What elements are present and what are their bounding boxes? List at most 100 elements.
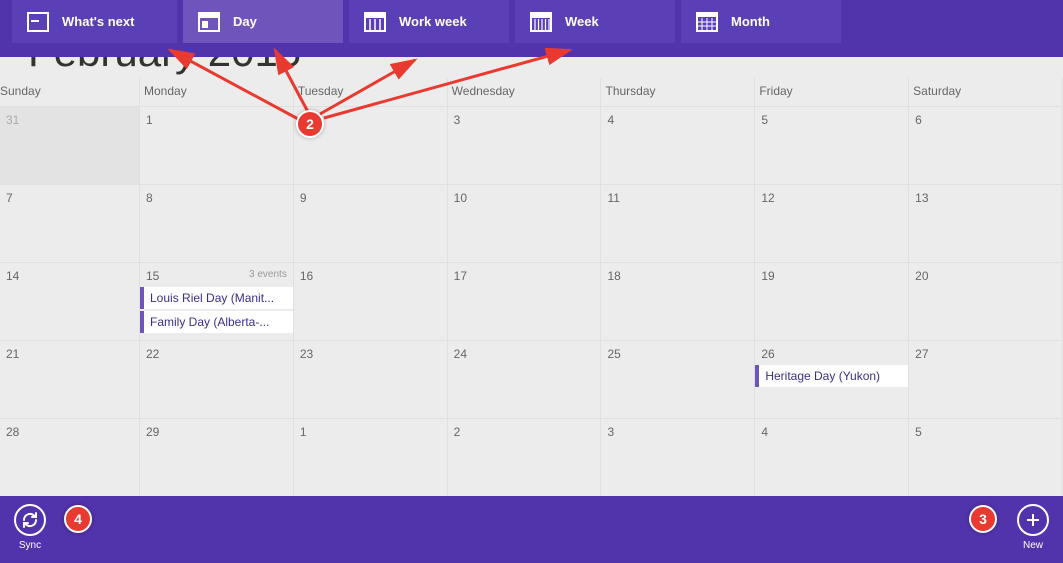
day-header: Tuesday xyxy=(294,78,448,106)
view-label: Work week xyxy=(399,14,467,29)
annotation-4: 4 xyxy=(64,505,92,533)
day-header: Sunday xyxy=(0,78,140,106)
day-number: 25 xyxy=(607,347,620,361)
sync-icon xyxy=(14,504,46,536)
new-button[interactable]: New xyxy=(1017,504,1049,551)
view-month[interactable]: Month xyxy=(681,0,841,43)
sync-button[interactable]: Sync xyxy=(14,504,46,551)
command-bar: Sync New xyxy=(0,496,1063,563)
day-number: 28 xyxy=(6,425,19,439)
day-header: Thursday xyxy=(601,78,755,106)
event-item[interactable]: Family Day (Alberta-... xyxy=(140,311,293,333)
calendar-cell[interactable]: 21 xyxy=(0,340,140,418)
view-label: Month xyxy=(731,14,770,29)
calendar-cell[interactable]: 26 Heritage Day (Yukon) xyxy=(755,340,909,418)
events-count-badge: 3 events xyxy=(249,269,287,280)
events-list: Louis Riel Day (Manit...Family Day (Albe… xyxy=(140,287,293,335)
day-number: 19 xyxy=(761,269,774,283)
day-header: Wednesday xyxy=(448,78,602,106)
event-item[interactable]: Louis Riel Day (Manit... xyxy=(140,287,293,309)
day-number: 1 xyxy=(146,113,153,127)
day-number: 12 xyxy=(761,191,774,205)
day-number: 31 xyxy=(6,113,19,127)
calendar-cell[interactable]: 5 xyxy=(755,106,909,184)
day-number: 5 xyxy=(915,425,922,439)
day-number: 18 xyxy=(607,269,620,283)
day-number: 21 xyxy=(6,347,19,361)
day-number: 27 xyxy=(915,347,928,361)
calendar-cell[interactable]: 24 xyxy=(448,340,602,418)
calendar-cell[interactable]: 16 xyxy=(294,262,448,340)
month-icon xyxy=(695,10,719,34)
day-number: 23 xyxy=(300,347,313,361)
day-number: 10 xyxy=(454,191,467,205)
calendar-cell[interactable]: 13 xyxy=(909,184,1063,262)
day-number: 26 xyxy=(761,347,774,361)
day-header: Friday xyxy=(755,78,909,106)
calendar-cell[interactable]: 17 xyxy=(448,262,602,340)
view-day[interactable]: Day xyxy=(183,0,343,43)
day-number: 8 xyxy=(146,191,153,205)
week-icon xyxy=(529,10,553,34)
day-icon xyxy=(197,10,221,34)
calendar-cell[interactable]: 9 xyxy=(294,184,448,262)
events-list: Heritage Day (Yukon) xyxy=(755,365,908,389)
day-number: 7 xyxy=(6,191,13,205)
view-label: What's next xyxy=(62,14,134,29)
calendar-cell[interactable]: 15 3 events Louis Riel Day (Manit...Family… xyxy=(140,262,294,340)
view-week[interactable]: Week xyxy=(515,0,675,43)
calendar-cell[interactable]: 23 xyxy=(294,340,448,418)
day-number: 6 xyxy=(915,113,922,127)
calendar-cell[interactable]: 12 xyxy=(755,184,909,262)
calendar-cell[interactable]: 28 xyxy=(0,418,140,496)
calendar-cell[interactable]: 8 xyxy=(140,184,294,262)
calendar-cell[interactable]: 4 xyxy=(601,106,755,184)
calendar-cell[interactable]: 20 xyxy=(909,262,1063,340)
calendar-cell[interactable]: 29 xyxy=(140,418,294,496)
day-number: 5 xyxy=(761,113,768,127)
calendar-cell[interactable]: 3 xyxy=(448,106,602,184)
calendar-cell[interactable]: 14 xyxy=(0,262,140,340)
day-number: 3 xyxy=(607,425,614,439)
day-number: 15 xyxy=(146,269,159,283)
calendar-cell[interactable]: 2 xyxy=(448,418,602,496)
event-item[interactable]: Heritage Day (Yukon) xyxy=(755,365,908,387)
day-number: 24 xyxy=(454,347,467,361)
day-number: 29 xyxy=(146,425,159,439)
calendar-cell[interactable]: 18 xyxy=(601,262,755,340)
day-number: 3 xyxy=(454,113,461,127)
calendar-cell[interactable]: 25 xyxy=(601,340,755,418)
day-number: 16 xyxy=(300,269,313,283)
work-week-icon xyxy=(363,10,387,34)
calendar-cell[interactable]: 19 xyxy=(755,262,909,340)
calendar-cell[interactable]: 5 xyxy=(909,418,1063,496)
day-number: 4 xyxy=(607,113,614,127)
calendar-cell[interactable]: 6 xyxy=(909,106,1063,184)
calendar-cell[interactable]: 3 xyxy=(601,418,755,496)
day-number: 4 xyxy=(761,425,768,439)
calendar-cell[interactable]: 1 xyxy=(294,418,448,496)
calendar-cell[interactable]: 7 xyxy=(0,184,140,262)
day-number: 17 xyxy=(454,269,467,283)
day-number: 9 xyxy=(300,191,307,205)
whats-next-icon xyxy=(26,10,50,34)
view-whats-next[interactable]: What's next xyxy=(12,0,177,43)
sync-label: Sync xyxy=(19,540,41,551)
calendar-cell[interactable]: 11 xyxy=(601,184,755,262)
day-number: 13 xyxy=(915,191,928,205)
day-number: 11 xyxy=(607,191,619,205)
day-number: 20 xyxy=(915,269,928,283)
day-number: 1 xyxy=(300,425,307,439)
calendar-cell[interactable]: 31 xyxy=(0,106,140,184)
calendar-cell[interactable]: 27 xyxy=(909,340,1063,418)
calendar-cell[interactable]: 4 xyxy=(755,418,909,496)
calendar-cell[interactable]: 22 xyxy=(140,340,294,418)
view-label: Week xyxy=(565,14,599,29)
day-number: 2 xyxy=(454,425,461,439)
day-header: Monday xyxy=(140,78,294,106)
calendar-cell[interactable]: 1 xyxy=(140,106,294,184)
day-headers: Sunday Monday Tuesday Wednesday Thursday… xyxy=(0,78,1063,106)
calendar-cell[interactable]: 10 xyxy=(448,184,602,262)
day-number: 14 xyxy=(6,269,19,283)
view-work-week[interactable]: Work week xyxy=(349,0,509,43)
